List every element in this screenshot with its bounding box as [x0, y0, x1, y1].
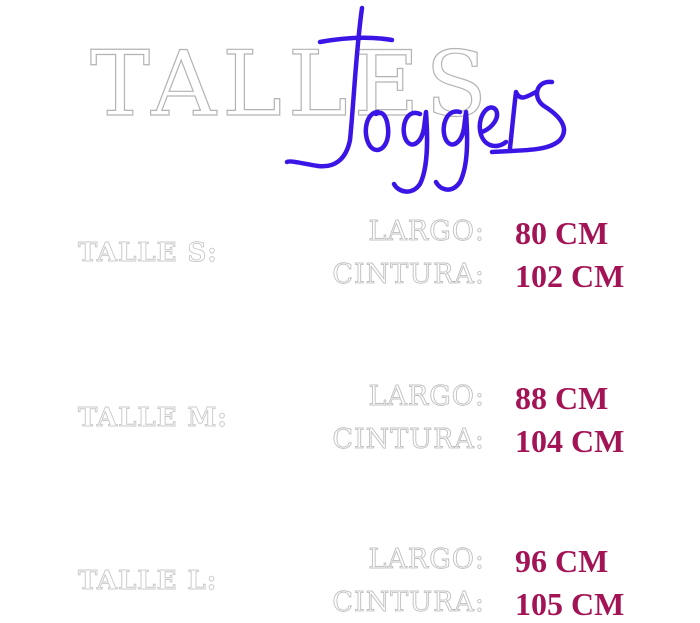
size-l-largo-value: 96 CM [515, 543, 609, 579]
size-l-cintura-value: 105 CM [515, 586, 625, 622]
size-s-largo-label: LARGO: [368, 216, 485, 248]
size-m-largo-label: LARGO: [368, 381, 485, 413]
script-letter-g1 [391, 109, 430, 194]
size-s-cintura-value: 102 CM [515, 258, 625, 294]
size-s-largo-value: 80 CM [515, 215, 609, 251]
size-l-largo-label: LARGO: [368, 544, 485, 576]
script-letter-j-stem [284, 5, 365, 169]
script-letter-r [507, 89, 539, 151]
script-letter-s [489, 79, 567, 155]
script-letter-e [477, 105, 509, 149]
script-letter-g2 [433, 109, 470, 192]
script-letter-o [363, 109, 391, 153]
size-m-label: TALLE M: [78, 403, 228, 434]
handwritten-joggers-drawing [284, 5, 567, 194]
handwritten-joggers-title [270, 0, 590, 200]
size-s-cintura-label: CINTURA: [332, 259, 485, 291]
size-chart-graphic: TALLES TALLE S: LARGO: 80 CM CINTURA: 10… [0, 0, 700, 623]
size-m-cintura-label: CINTURA: [332, 424, 485, 456]
size-l-label: TALLE L: [78, 566, 218, 597]
size-l-cintura-label: CINTURA: [332, 587, 485, 619]
size-m-cintura-value: 104 CM [515, 423, 625, 459]
size-s-label: TALLE S: [78, 238, 218, 269]
size-m-largo-value: 88 CM [515, 380, 609, 416]
